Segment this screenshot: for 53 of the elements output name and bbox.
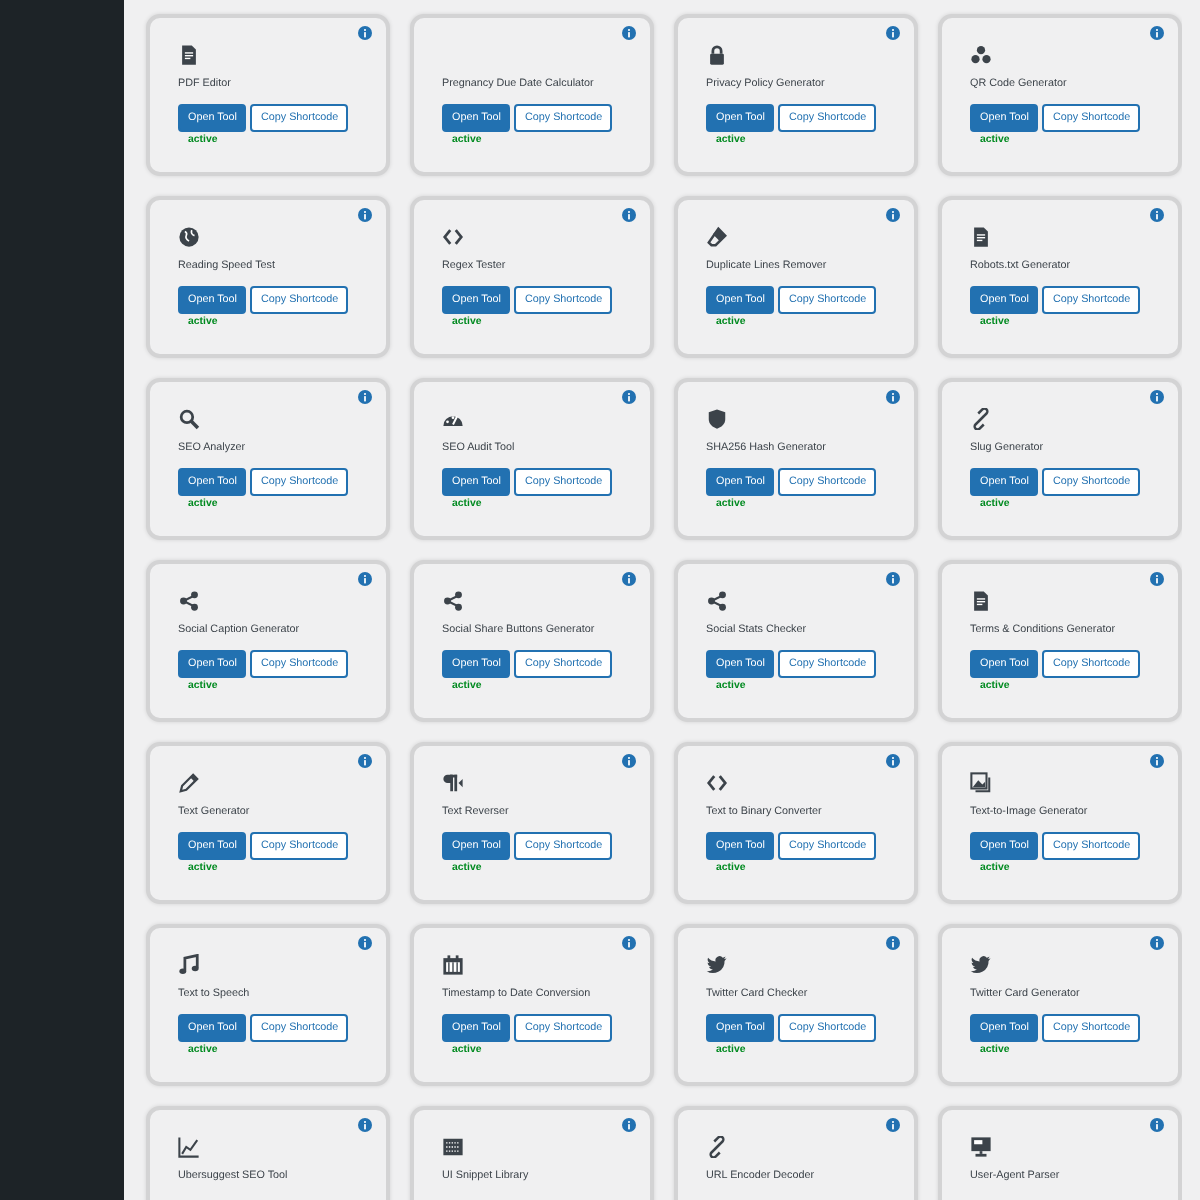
info-icon[interactable] [1150,390,1164,404]
info-icon[interactable] [622,390,636,404]
bird-icon [970,954,992,976]
info-icon[interactable] [358,1118,372,1132]
pencil-icon [178,772,200,794]
info-icon[interactable] [886,754,900,768]
info-icon[interactable] [622,1118,636,1132]
eraser-icon [706,226,728,248]
document-icon [970,226,992,248]
info-icon[interactable] [1150,208,1164,222]
lock-icon [706,44,728,66]
info-icon[interactable] [886,1118,900,1132]
circles-icon [970,44,992,66]
info-icon[interactable] [622,572,636,586]
document-icon [178,44,200,66]
info-icon[interactable] [622,208,636,222]
keyboard-icon [442,1136,464,1158]
code-icon [706,772,728,794]
music-icon [178,954,200,976]
info-icon[interactable] [886,390,900,404]
document-icon [970,590,992,612]
info-icon[interactable] [358,208,372,222]
info-icon[interactable] [886,26,900,40]
info-icon[interactable] [358,754,372,768]
search-icon [178,408,200,430]
info-icon[interactable] [1150,936,1164,950]
info-icon[interactable] [358,936,372,950]
info-icon[interactable] [886,572,900,586]
calendar-icon [442,954,464,976]
share-icon [178,590,200,612]
share-icon [442,590,464,612]
info-icon[interactable] [358,26,372,40]
info-icon[interactable] [1150,1118,1164,1132]
info-icon[interactable] [622,754,636,768]
info-icon[interactable] [1150,26,1164,40]
info-icon[interactable] [1150,754,1164,768]
info-icon[interactable] [886,208,900,222]
monitor-icon [970,1136,992,1158]
info-icon[interactable] [622,26,636,40]
link-icon [706,1136,728,1158]
info-icon[interactable] [358,390,372,404]
link-icon [970,408,992,430]
code-icon [442,226,464,248]
info-icon[interactable] [1150,572,1164,586]
bird-icon [706,954,728,976]
info-icon[interactable] [622,936,636,950]
info-icon[interactable] [358,572,372,586]
paragraph-icon [442,772,464,794]
share-icon [706,590,728,612]
shield-icon [706,408,728,430]
image-icon [970,772,992,794]
info-icon[interactable] [886,936,900,950]
chart-icon [178,1136,200,1158]
